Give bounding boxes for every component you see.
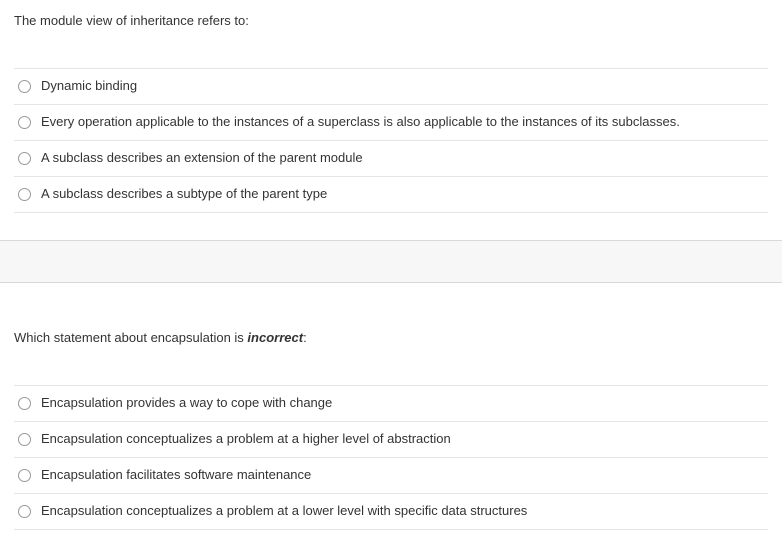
option-row[interactable]: Dynamic binding: [14, 69, 768, 105]
option-row[interactable]: A subclass describes a subtype of the pa…: [14, 177, 768, 213]
option-row[interactable]: Encapsulation facilitates software maint…: [14, 458, 768, 494]
option-row[interactable]: Encapsulation conceptualizes a problem a…: [14, 422, 768, 458]
option-label: A subclass describes a subtype of the pa…: [41, 186, 327, 203]
prompt-text: The module view of inheritance refers to…: [14, 13, 249, 28]
option-row[interactable]: Encapsulation conceptualizes a problem a…: [14, 494, 768, 530]
option-label: Every operation applicable to the instan…: [41, 114, 680, 131]
option-row[interactable]: Encapsulation provides a way to cope wit…: [14, 386, 768, 422]
question-prompt: The module view of inheritance refers to…: [14, 12, 768, 30]
section-divider: [0, 241, 782, 283]
section-top-space: [0, 283, 782, 317]
question-prompt: Which statement about encapsulation is i…: [14, 329, 768, 347]
option-label: Encapsulation provides a way to cope wit…: [41, 395, 332, 412]
option-row[interactable]: Every operation applicable to the instan…: [14, 105, 768, 141]
question-block-2: Which statement about encapsulation is i…: [0, 317, 782, 530]
option-label: Encapsulation conceptualizes a problem a…: [41, 431, 451, 448]
radio-icon[interactable]: [18, 188, 31, 201]
section-gap: [0, 213, 782, 241]
radio-icon[interactable]: [18, 116, 31, 129]
question-block-1: The module view of inheritance refers to…: [0, 0, 782, 213]
prompt-suffix: :: [303, 330, 307, 345]
prompt-text: Which statement about encapsulation is: [14, 330, 247, 345]
option-label: Encapsulation conceptualizes a problem a…: [41, 503, 527, 520]
option-label: Dynamic binding: [41, 78, 137, 95]
options-list: Dynamic binding Every operation applicab…: [14, 68, 768, 213]
prompt-emphasis: incorrect: [247, 330, 303, 345]
option-label: A subclass describes an extension of the…: [41, 150, 363, 167]
radio-icon[interactable]: [18, 152, 31, 165]
options-list: Encapsulation provides a way to cope wit…: [14, 385, 768, 530]
option-row[interactable]: A subclass describes an extension of the…: [14, 141, 768, 177]
radio-icon[interactable]: [18, 433, 31, 446]
radio-icon[interactable]: [18, 397, 31, 410]
radio-icon[interactable]: [18, 80, 31, 93]
radio-icon[interactable]: [18, 505, 31, 518]
option-label: Encapsulation facilitates software maint…: [41, 467, 311, 484]
radio-icon[interactable]: [18, 469, 31, 482]
